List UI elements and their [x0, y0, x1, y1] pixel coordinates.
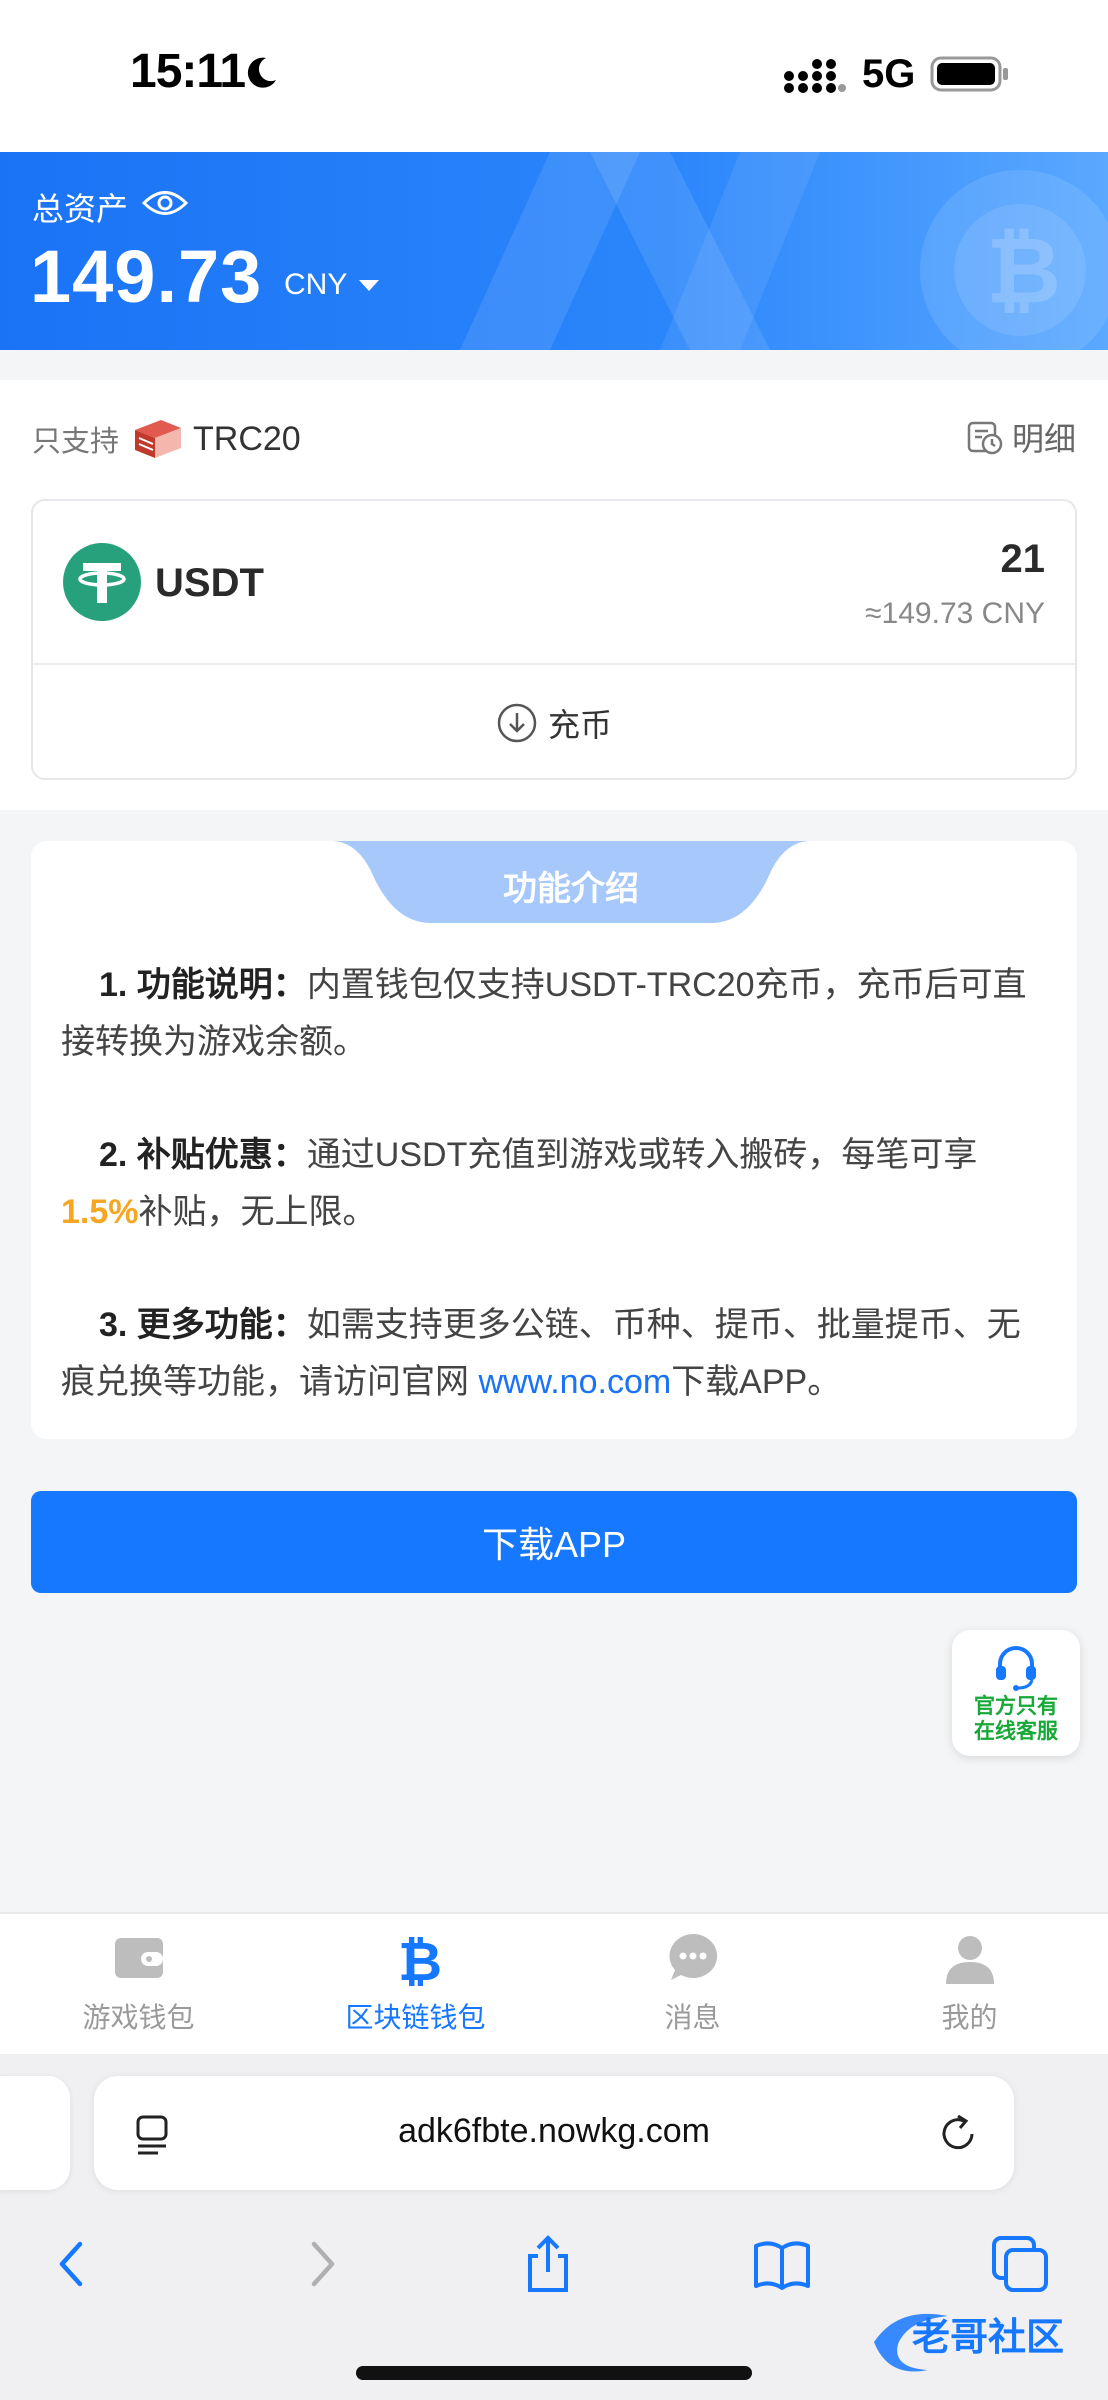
reload-icon[interactable] [936, 2112, 980, 2156]
deposit-label: 充币 [547, 706, 612, 743]
official-site-link[interactable]: www.no.com [478, 1363, 671, 1401]
back-icon[interactable] [44, 2234, 104, 2294]
tab-profile[interactable]: 我的 [831, 1914, 1108, 2054]
wallet-icon [114, 1938, 163, 1978]
signal-icon [784, 59, 846, 93]
usdt-card: USDT 21 ≈149.73 CNY 充币 [31, 499, 1077, 780]
user-icon [945, 1936, 994, 1984]
tab-label: 我的 [941, 2002, 998, 2033]
feature-intro-card: 功能介绍 1. 功能说明：内置钱包仅支持USDT-TRC20充币，充币后可直接转… [31, 841, 1077, 1439]
total-assets-label: 总资产 [32, 191, 129, 227]
intro-item-1-lead: 1. 功能说明： [99, 966, 307, 1004]
banner-decoration: ₿ [460, 152, 1108, 350]
coin-amount: 21 [1000, 537, 1046, 581]
currency-select[interactable]: CNY [284, 268, 380, 302]
coin-name: USDT [155, 561, 264, 605]
battery-icon [930, 56, 1008, 92]
network-label: 5G [862, 52, 916, 96]
bottom-tab-bar: 游戏钱包 ₿ 区块链钱包 消息 我的 [0, 1912, 1108, 2054]
eye-icon[interactable] [142, 188, 188, 218]
home-indicator [356, 2366, 752, 2380]
tab-game-wallet[interactable]: 游戏钱包 [0, 1914, 277, 2054]
svg-text:₿: ₿ [986, 220, 1061, 322]
tab-messages[interactable]: 消息 [554, 1914, 831, 2054]
tab-blockchain-wallet[interactable]: ₿ 区块链钱包 [277, 1914, 554, 2054]
previous-tab-card[interactable] [0, 2076, 70, 2190]
intro-item-2-lead: 2. 补贴优惠： [99, 1136, 307, 1174]
moon-icon [247, 57, 276, 88]
bookmarks-icon[interactable] [752, 2234, 812, 2294]
intro-item-3: 3. 更多功能：如需支持更多公链、币种、提币、批量提币、无痕兑换等功能，请访问官… [61, 1297, 1051, 1411]
browser-toolbar [0, 2214, 1108, 2314]
deposit-button[interactable]: 充币 [33, 665, 1075, 780]
address-bar[interactable]: adk6fbte.nowkg.com [94, 2076, 1014, 2190]
total-assets-value: 149.73 [30, 235, 263, 318]
download-circle-icon [497, 703, 537, 742]
status-bar: 15:11 5G [0, 0, 1108, 152]
coin-fiat-value: ≈149.73 CNY [865, 597, 1045, 630]
intro-item-1: 1. 功能说明：内置钱包仅支持USDT-TRC20充币，充币后可直接转换为游戏余… [61, 957, 1051, 1071]
headset-icon [996, 1646, 1036, 1691]
download-app-button[interactable]: 下载APP [31, 1491, 1077, 1593]
currency-label: CNY [284, 268, 348, 301]
trc20-icon [135, 420, 182, 458]
tab-label: 区块链钱包 [345, 2002, 486, 2033]
intro-title: 功能介绍 [503, 870, 639, 908]
history-icon [967, 421, 1003, 455]
chain-support-row: 只支持 TRC20 [32, 416, 301, 462]
online-support-button[interactable]: 官方只有 在线客服 [952, 1630, 1080, 1756]
tabs-icon[interactable] [990, 2234, 1050, 2294]
tab-label: 游戏钱包 [82, 2002, 195, 2033]
subsidy-rate: 1.5% [61, 1193, 139, 1231]
detail-link[interactable]: 明细 [966, 414, 1076, 460]
usdt-icon [63, 543, 141, 621]
svg-text:老哥社区: 老哥社区 [912, 2315, 1064, 2359]
intro-item-2-text: 通过USDT充值到游戏或转入搬砖，每笔可享 [306, 1136, 978, 1174]
intro-item-3-lead: 3. 更多功能： [99, 1306, 307, 1344]
svg-text:₿: ₿ [398, 1930, 442, 1986]
chain-label: TRC20 [193, 419, 301, 458]
tab-label: 消息 [664, 2002, 721, 2033]
assets-banner: ₿ 总资产 149.73 CNY [0, 152, 1108, 350]
bitcoin-icon: ₿ [398, 1930, 442, 1986]
support-text-line2: 在线客服 [974, 1720, 1058, 1743]
support-text-line1: 官方只有 [974, 1695, 1058, 1718]
share-icon[interactable] [518, 2234, 578, 2294]
intro-item-2: 2. 补贴优惠：通过USDT充值到游戏或转入搬砖，每笔可享 1.5%补贴，无上限。 [61, 1127, 1051, 1241]
intro-item-3-text-after: 下载APP。 [671, 1363, 842, 1401]
detail-label: 明细 [1011, 421, 1076, 457]
caret-down-icon [359, 279, 380, 291]
watermark-logo: 老哥社区 [874, 2313, 1064, 2372]
support-label: 只支持 [32, 426, 120, 458]
support-text: 官方只有 在线客服 [952, 1694, 1080, 1744]
chat-icon [669, 1933, 717, 1980]
url-text: adk6fbte.nowkg.com [398, 2112, 710, 2150]
intro-item-2-text-after: 补贴，无上限。 [138, 1193, 377, 1231]
forward-icon[interactable] [290, 2234, 350, 2294]
wallet-section: 只支持 TRC20 明细 USDT 21 ≈149.73 CNY 充币 [0, 380, 1108, 810]
status-time: 15:11 [130, 45, 246, 98]
